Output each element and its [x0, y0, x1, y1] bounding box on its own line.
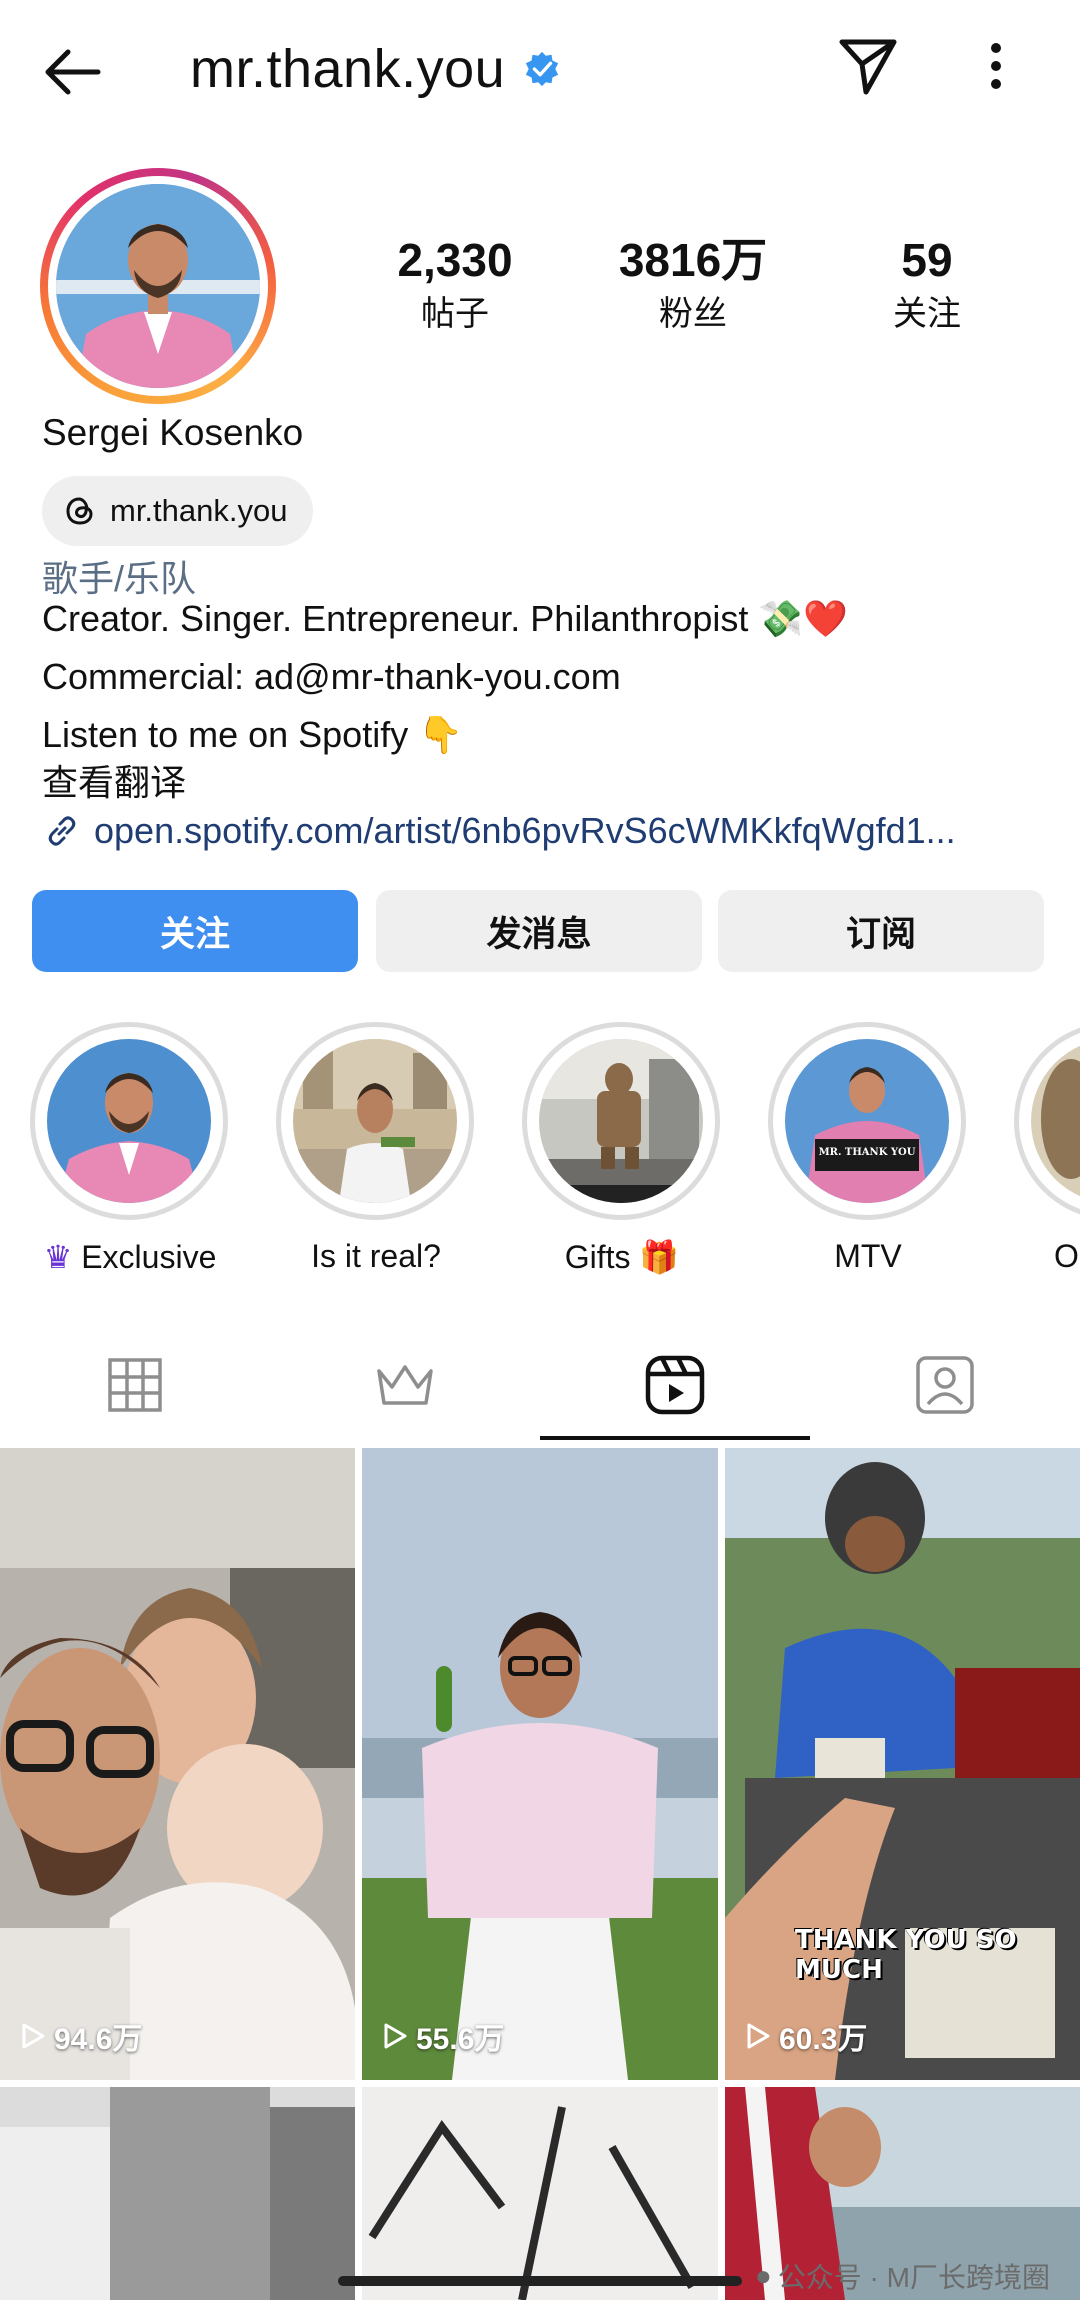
- profile-stats: 2,330 帖子 3816万 粉丝 59 关注: [340, 232, 1060, 342]
- profile-username-header: mr.thank.you: [190, 36, 561, 102]
- bio-line: Listen to me on Spotify 👇: [42, 714, 464, 755]
- highlight-label: ♛ Exclusive: [43, 1239, 217, 1275]
- more-vertical-icon[interactable]: [976, 34, 1016, 98]
- view-count: 60.3万: [745, 2014, 867, 2058]
- highlight-ring: MR. THANK YOU: [768, 1022, 966, 1220]
- followers-label: 粉丝: [659, 295, 727, 333]
- bio-line: Commercial: ad@mr-thank-you.com: [42, 656, 621, 697]
- post-thumbnail: [0, 1448, 355, 2080]
- post-thumbnail: [362, 2087, 718, 2300]
- bio-line: Creator. Singer. Entrepreneur. Philanthr…: [42, 598, 849, 639]
- avatar: [56, 184, 260, 388]
- message-button[interactable]: 发消息: [376, 890, 702, 972]
- reel-post[interactable]: 94.6万: [0, 1448, 355, 2080]
- active-tab-indicator: [540, 1436, 810, 1440]
- highlight-label: Gifts 🎁: [564, 1239, 680, 1275]
- see-translation-link[interactable]: 查看翻译: [42, 758, 186, 808]
- post-thumbnail: [362, 1448, 718, 2080]
- subscribe-button[interactable]: 订阅: [718, 890, 1044, 972]
- highlight-mtv[interactable]: MR. THANK YOU MTV: [768, 1022, 968, 1275]
- followers-count: 3816万: [618, 234, 768, 286]
- profile-link[interactable]: open.spotify.com/artist/6nb6pvRvS6cWMKkf…: [42, 810, 956, 852]
- highlight-partial[interactable]: O: [1014, 1022, 1080, 1275]
- mtv-sign-text: MR. THANK YOU: [818, 1147, 916, 1158]
- following-label: 关注: [893, 295, 961, 333]
- play-icon: [22, 2023, 45, 2049]
- highlight-ring: [30, 1022, 228, 1220]
- watermark: ● 公众号 · M厂长跨境圈: [755, 2256, 1050, 2296]
- profile-avatar-story-ring[interactable]: [40, 168, 276, 404]
- highlight-label: O: [1054, 1238, 1079, 1274]
- highlight-cover: [293, 1039, 457, 1203]
- highlight-cover: [539, 1039, 703, 1203]
- tab-exclusive[interactable]: [270, 1330, 540, 1440]
- play-icon: [384, 2023, 407, 2049]
- profile-tabs: [0, 1330, 1080, 1440]
- post-caption-overlay: THANK YOU SO MUCH: [795, 1925, 1017, 1985]
- threads-icon: [66, 497, 93, 525]
- username: mr.thank.you: [190, 39, 506, 99]
- reels-icon: [645, 1355, 705, 1415]
- crown-icon: [377, 1365, 433, 1405]
- reel-post[interactable]: 55.6万: [362, 1448, 718, 2080]
- reel-post[interactable]: [0, 2087, 355, 2300]
- following-count: 59: [901, 234, 953, 286]
- posts-stat[interactable]: 2,330 帖子: [340, 232, 570, 336]
- post-thumbnail: [0, 2087, 355, 2300]
- highlight-label: Is it real?: [311, 1238, 441, 1274]
- threads-handle: mr.thank.you: [110, 493, 288, 528]
- home-indicator[interactable]: [338, 2276, 742, 2286]
- follow-button[interactable]: 关注: [32, 890, 358, 972]
- crown-icon: ♛: [43, 1239, 73, 1275]
- top-bar: mr.thank.you: [0, 0, 1080, 140]
- watermark-text: 公众号 · M厂长跨境圈: [777, 2262, 1050, 2293]
- view-count: 94.6万: [20, 2014, 142, 2058]
- link-icon: [48, 816, 76, 846]
- highlight-ring: [276, 1022, 474, 1220]
- tab-posts-grid[interactable]: [0, 1330, 270, 1440]
- following-stat[interactable]: 59 关注: [812, 232, 1042, 336]
- reel-post[interactable]: [362, 2087, 718, 2300]
- profile-link-text: open.spotify.com/artist/6nb6pvRvS6cWMKkf…: [94, 810, 956, 851]
- highlight-gifts[interactable]: Gifts 🎁: [522, 1022, 722, 1276]
- highlight-is-it-real[interactable]: Is it real?: [276, 1022, 476, 1275]
- reel-post[interactable]: 60.3万: [725, 1448, 1080, 2080]
- highlight-ring: [1014, 1022, 1080, 1220]
- highlight-cover: [47, 1039, 211, 1203]
- grid-icon: [108, 1358, 162, 1412]
- posts-count: 2,330: [397, 234, 513, 286]
- wechat-icon: ●: [754, 2260, 772, 2291]
- followers-stat[interactable]: 3816万 粉丝: [578, 232, 808, 336]
- play-icon: [747, 2023, 770, 2049]
- highlight-label: MTV: [834, 1238, 902, 1274]
- avatar-photo: [56, 184, 260, 388]
- highlight-ring: [522, 1022, 720, 1220]
- threads-badge[interactable]: mr.thank.you: [42, 476, 314, 546]
- tab-reels[interactable]: [540, 1330, 810, 1440]
- paper-plane-icon[interactable]: [836, 34, 900, 98]
- posts-label: 帖子: [421, 295, 489, 333]
- highlight-cover: MR. THANK YOU: [785, 1039, 949, 1203]
- profile-full-name: Sergei Kosenko: [42, 412, 304, 453]
- highlight-exclusive[interactable]: ♛ Exclusive: [30, 1022, 230, 1276]
- highlight-cover: [1031, 1039, 1080, 1203]
- tagged-icon: [916, 1356, 974, 1414]
- post-thumbnail: [725, 1448, 1080, 2080]
- avatar-border: [48, 176, 268, 396]
- arrow-left-icon[interactable]: [40, 40, 104, 104]
- tab-tagged[interactable]: [810, 1330, 1080, 1440]
- verified-badge-icon: [526, 51, 559, 87]
- view-count: 55.6万: [382, 2014, 504, 2058]
